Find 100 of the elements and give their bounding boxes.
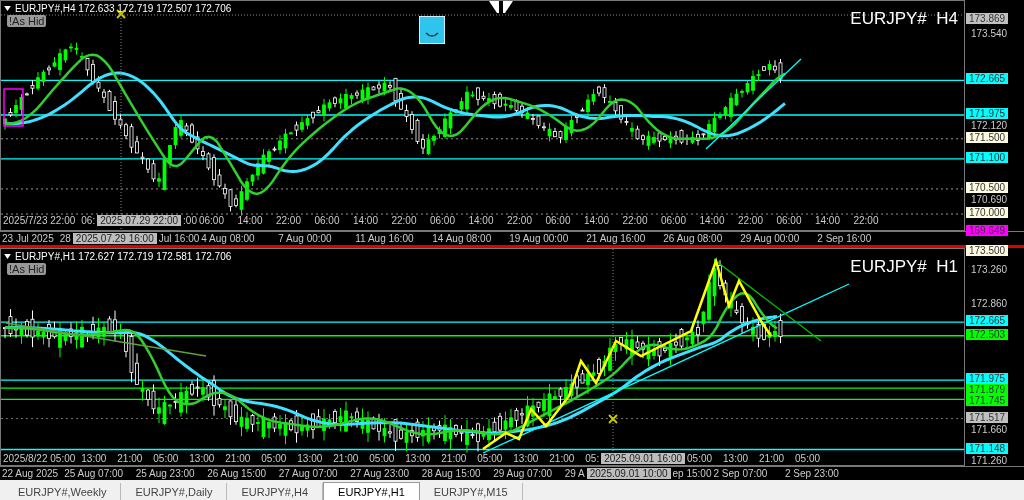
time-label: 06:00 [429,215,456,227]
indicator-tag: !As Hid [7,15,47,27]
time-label: 14:00 [237,215,264,227]
level-price-label: 173.500 [966,245,1009,256]
time-label: 27 Aug 23:00 [350,468,411,480]
time-label: 14:00 [468,215,495,227]
time-label: 23 Jul 2025 [2,233,54,244]
time-label: 29 Aug 00:00 [740,233,801,244]
time-label: 14:00 [352,215,379,227]
time-label: 28 [59,233,71,244]
time-label: 06:00 [314,215,341,227]
time-label: 21:00 [333,453,360,465]
price-label: 173.540 [971,28,1008,40]
time-label: 2025/8/22 05:00 [3,453,76,465]
time-label: 26 Aug 08:00 [663,233,724,244]
level-price-label: 171.975 [966,107,1009,119]
time-label: Jul 16:00 [158,233,200,244]
time-label: 14 Aug 08:00 [432,233,493,244]
level-line[interactable] [1,448,964,451]
time-label: 21:00 [759,453,786,465]
level-price-label: 170.000 [966,207,1009,218]
collapse-icon[interactable] [4,6,11,11]
level-line[interactable] [1,398,964,401]
level-price-label: 171.745 [966,395,1009,407]
time-label: 22:00 [622,215,649,227]
trend-line[interactable] [5,322,207,357]
level-price-label: 172.665 [966,73,1009,85]
pin-icon[interactable] [489,1,513,13]
time-label: 05:00 [687,453,714,465]
time-label: 28 Aug 15:00 [421,468,482,480]
time-label: 14:00 [814,215,841,227]
level-price-label: 173.869 [966,13,1009,24]
chart-title: EURJPY# H1 [850,257,958,277]
time-label: 19 Aug 00:00 [509,233,570,244]
level-price-label: 171.975 [966,373,1009,385]
time-label: 29 Aug 07:00 [493,468,554,480]
time-label: 06:00 [776,215,803,227]
time-label: 11 Aug 16:00 [355,233,415,244]
time-label: 13:00 [723,453,750,465]
time-label: 25 Aug 07:00 [64,468,125,480]
time-label: 05: [585,453,600,465]
time-label: 22:00 [391,215,418,227]
symbol-quote: EURJPY#,H4 172.633 172.719 172.507 172.706 [15,3,232,14]
time-label: 05:00 [153,453,180,465]
chart-tab[interactable]: EURJPY#,H1 [323,482,420,500]
level-price-label: 171.148 [966,442,1009,454]
time-label: 2 Sep 16:00 [817,233,873,244]
time-label: 13:00 [297,453,324,465]
time-label: 26 Aug 15:00 [207,468,268,480]
time-label: 13:00 [81,453,108,465]
time-label: 22:00 [737,215,764,227]
cursor-time-label: 2025.09.01 10:00 [586,468,671,480]
time-label: 22:00 [506,215,533,227]
time-label: 13:00 [513,453,540,465]
trend-line[interactable] [715,260,822,342]
level-price-label: 170.500 [966,181,1009,193]
price-label: 171.260 [971,454,1008,466]
level-price-label: 171.517 [966,411,1009,423]
level-line[interactable] [1,418,964,420]
time-label: 13:00 [189,453,216,465]
price-label: 173.260 [971,264,1008,276]
level-price-label: 169.649 [966,224,1009,236]
cursor-time-label: 2025.07.29 22:00 [97,215,182,227]
level-line[interactable] [1,79,964,82]
time-label: 21:00 [117,453,144,465]
time-label: 2 Sep 07:00 [713,468,769,480]
price-label: 171.660 [971,423,1008,435]
time-label: 29 A [564,468,585,480]
chart-title: EURJPY# H4 [850,9,958,29]
time-label: 21:00 [549,453,576,465]
time-label: 13:00 [405,453,432,465]
time-label: 22:00 [853,215,880,227]
time-label: 14:00 [699,215,726,227]
price-label: 170.690 [971,193,1008,205]
symbol-quote: EURJPY#,H1 172.627 172.719 172.581 172.706 [15,251,232,262]
time-label: 4 Aug 08:00 [201,233,256,244]
time-label: :00 [183,215,197,227]
time-label: 05:00 [795,453,822,465]
time-label: 06:00 [660,215,687,227]
time-label: 06: [81,215,96,227]
level-price-label: 171.879 [966,384,1009,396]
time-label: 14:00 [583,215,610,227]
selection-rectangle[interactable] [3,88,24,127]
time-label: 7 Aug 00:00 [278,233,333,244]
time-label: 05:00 [477,453,504,465]
time-label: 25 Aug 23:00 [135,468,196,480]
time-label: 22:00 [275,215,302,227]
time-label: 05:00 [261,453,288,465]
time-label: 22 Aug 2025 [2,468,59,480]
price-label: 172.120 [971,119,1008,131]
collapse-icon[interactable] [4,254,11,259]
price-label: 172.860 [971,297,1008,309]
level-price-label: 171.500 [966,131,1009,143]
time-label: 2 Sep 23:00 [785,468,840,480]
cursor-time-label: 2025.07.29 16:00 [72,233,157,244]
smile-icon[interactable] [419,16,445,44]
time-label: 21 Aug 16:00 [586,233,647,244]
time-label: 27 Aug 07:00 [278,468,339,480]
level-price-label: 171.100 [966,151,1009,163]
time-label: 06:00 [198,215,225,227]
